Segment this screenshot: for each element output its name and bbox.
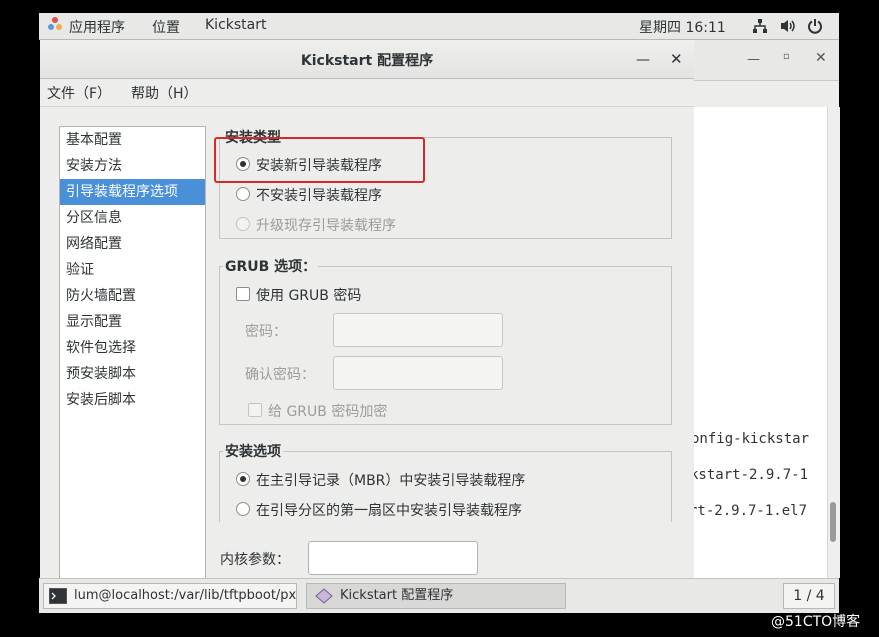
scroll-thumb[interactable] [830,502,836,542]
label-install-partition[interactable]: 在引导分区的第一扇区中安装引导装载程序 [256,500,522,520]
menu-help[interactable]: 帮助（H） [131,83,198,103]
app-menu[interactable]: Kickstart [205,17,266,33]
close-icon[interactable]: ✕ [815,50,827,66]
top-panel: 应用程序 位置 Kickstart 星期四 16:11 [39,13,839,40]
radio-install-partition[interactable] [236,502,250,516]
radio-install-mbr[interactable] [236,472,250,486]
workspace-pager[interactable]: 1 / 4 [783,583,835,609]
menubar: 文件（F） 帮助（H） [40,79,694,107]
kickstart-icon [315,588,333,608]
power-icon[interactable] [807,18,823,38]
terminal-window: — ▫ ✕ onfig-kickstar kstart-2.9.7-1 rt-2… [693,40,840,578]
label-upgrade-bootloader: 升级现存引导装载程序 [256,218,396,234]
kernel-params-label: 内核参数： [220,552,290,568]
places-menu[interactable]: 位置 [152,17,180,37]
password-input [333,313,503,347]
grub-heading: GRUB 选项： [223,256,319,276]
volume-icon[interactable] [779,18,797,38]
network-icon[interactable] [752,18,768,38]
confirm-password-input [333,356,503,390]
taskbar: lum@localhost:/var/lib/tftpboot/px… Kick… [39,578,839,613]
terminal-titlebar: — ▫ ✕ [693,40,839,81]
terminal-line: rt-2.9.7-1.el7 [693,503,808,519]
sidebar-item-network[interactable]: 网络配置 [60,231,205,257]
task-terminal[interactable]: lum@localhost:/var/lib/tftpboot/px… [43,583,297,609]
watermark: @51CTO博客 [771,614,861,630]
apps-icon[interactable] [47,16,63,36]
use-grub-password-label[interactable]: 使用 GRUB 密码 [256,285,361,305]
encrypt-password-checkbox [248,403,262,417]
minimize-icon[interactable]: — [747,52,760,67]
sidebar-item-packages[interactable]: 软件包选择 [60,335,205,361]
sidebar-item-firewall[interactable]: 防火墙配置 [60,283,205,309]
encrypt-password-label: 给 GRUB 密码加密 [268,404,388,420]
password-label: 密码： [245,324,287,340]
window-titlebar[interactable]: Kickstart 配置程序 — ✕ [40,40,694,79]
close-icon[interactable]: ✕ [670,50,683,68]
terminal-line: onfig-kickstar [693,431,810,447]
task-kickstart-label: Kickstart 配置程序 [340,588,454,603]
terminal-output[interactable]: onfig-kickstar kstart-2.9.7-1 rt-2.9.7-1… [693,107,827,578]
sidebar-item-post-script[interactable]: 安装后脚本 [60,387,205,413]
menu-file[interactable]: 文件（F） [47,83,111,103]
sidebar-item-display[interactable]: 显示配置 [60,309,205,335]
terminal-scrollbar[interactable] [827,107,840,578]
clock[interactable]: 星期四 16:11 [639,17,726,37]
terminal-line: kstart-2.9.7-1 [693,467,809,483]
label-no-bootloader[interactable]: 不安装引导装载程序 [256,185,382,205]
apps-menu[interactable]: 应用程序 [69,17,125,37]
sidebar-item-install-method[interactable]: 安装方法 [60,153,205,179]
confirm-password-label: 确认密码： [245,367,315,383]
sidebar-item-basic[interactable]: 基本配置 [60,127,205,153]
task-kickstart[interactable]: Kickstart 配置程序 [306,583,566,609]
sidebar-item-pre-script[interactable]: 预安装脚本 [60,361,205,387]
minimize-icon[interactable]: — [636,52,650,68]
terminal-menubar [693,81,839,107]
content-pane: 安装类型 安装新引导装载程序 不安装引导装载程序 升级现存引导装载程序 GRUB… [219,126,672,578]
window-title: Kickstart 配置程序 [300,53,434,69]
install-options-heading: 安装选项 [223,441,283,461]
radio-no-bootloader[interactable] [236,187,250,201]
sidebar-item-auth[interactable]: 验证 [60,257,205,283]
terminal-icon [49,588,67,608]
use-grub-password-checkbox[interactable] [236,287,250,301]
sidebar: 基本配置 安装方法 引导装载程序选项 分区信息 网络配置 验证 防火墙配置 显示… [59,126,206,578]
sidebar-item-partition[interactable]: 分区信息 [60,205,205,231]
highlight-box [214,137,425,183]
label-install-mbr[interactable]: 在主引导记录（MBR）中安装引导装载程序 [256,470,525,490]
kernel-params-input[interactable] [308,541,478,575]
sidebar-item-bootloader[interactable]: 引导装载程序选项 [60,179,205,205]
maximize-icon[interactable]: ▫ [783,51,790,62]
task-terminal-label: lum@localhost:/var/lib/tftpboot/px… [74,588,297,603]
radio-upgrade-bootloader [236,217,250,231]
